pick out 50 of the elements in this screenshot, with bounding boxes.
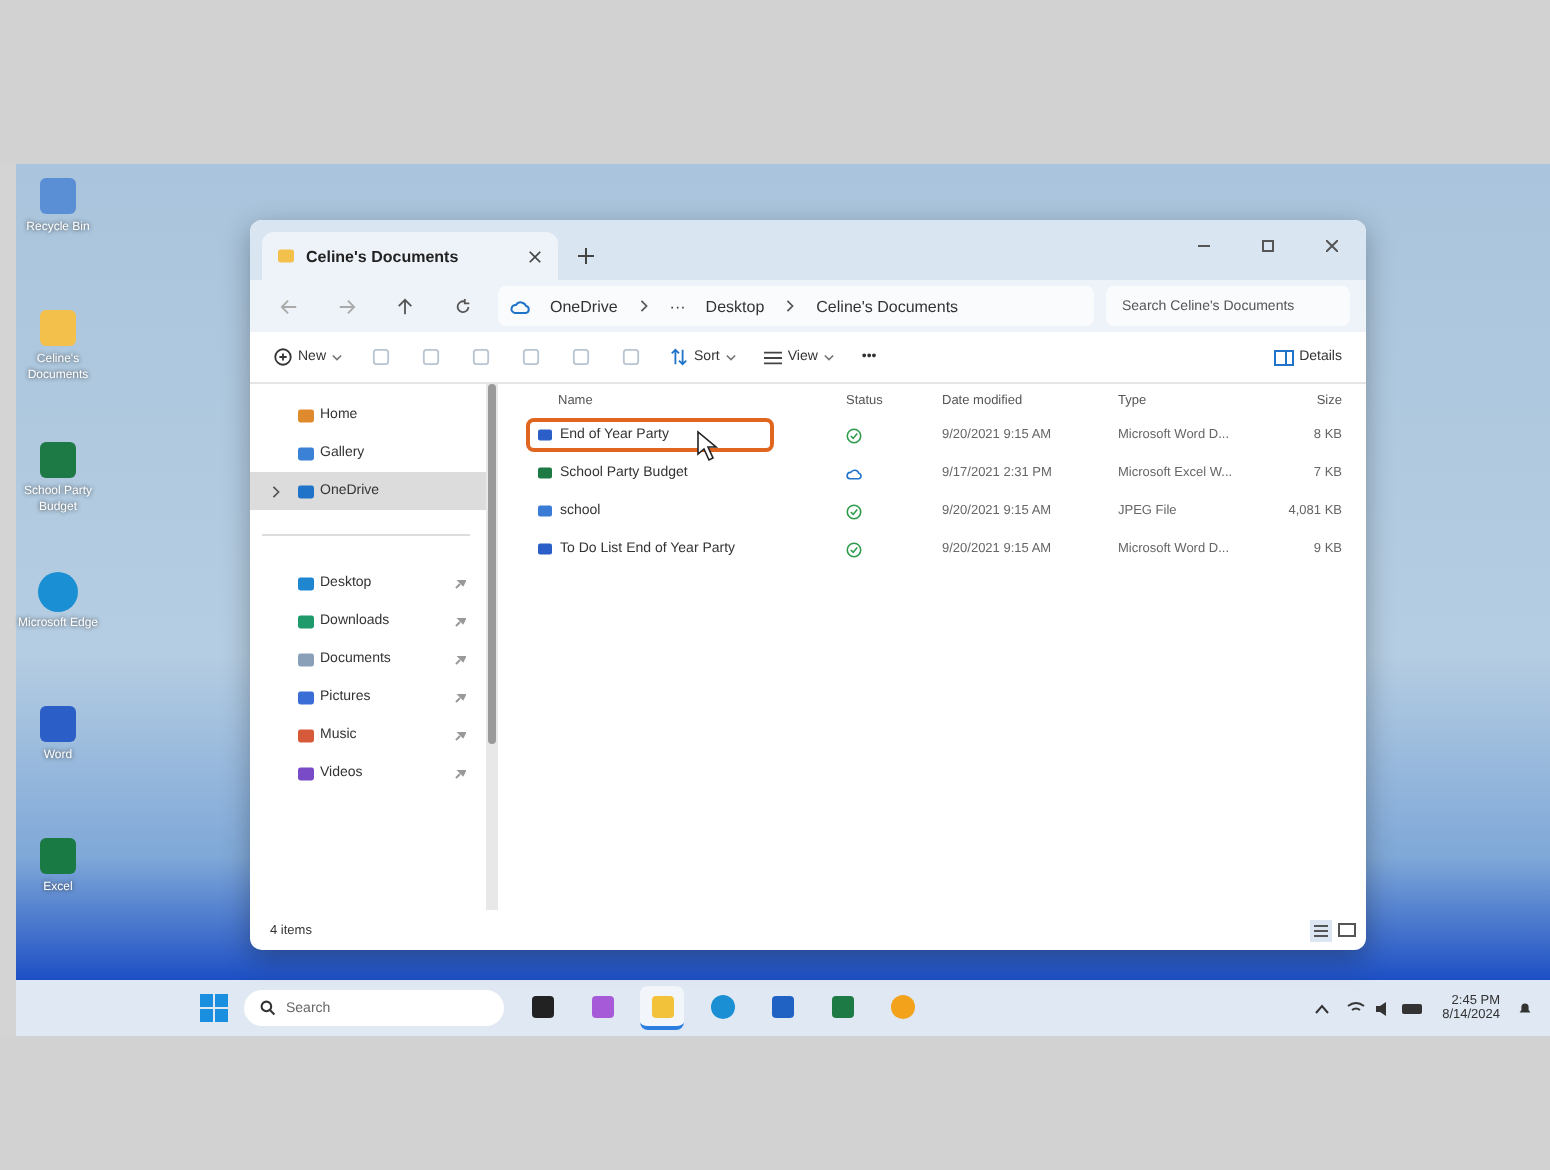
breadcrumb-item[interactable]: Celine's Documents <box>816 297 959 315</box>
pin-icon[interactable] <box>454 767 466 779</box>
folder-icon <box>298 727 314 743</box>
pin-icon[interactable] <box>454 577 466 589</box>
list-icon <box>763 349 782 365</box>
caret-icon <box>725 353 736 361</box>
close-icon[interactable] <box>1326 240 1338 252</box>
pin-icon[interactable] <box>454 615 466 627</box>
chevron-up-icon[interactable] <box>1314 1003 1331 1013</box>
folder-icon <box>298 575 314 591</box>
up-arrow-icon[interactable] <box>396 297 414 315</box>
chevron-icon <box>784 298 797 314</box>
add-tab-icon[interactable] <box>578 248 594 264</box>
maximize-icon[interactable] <box>1262 240 1274 252</box>
notification-bell-icon[interactable] <box>1516 999 1534 1017</box>
expand-chevron-icon <box>270 483 282 499</box>
folder-icon <box>298 765 314 781</box>
breadcrumb-item[interactable]: Desktop <box>705 297 765 315</box>
folder-icon <box>298 613 314 629</box>
address-bar[interactable]: OneDrive ··· Desktop Celine's Documents <box>498 286 1094 326</box>
tiles-view-icon[interactable] <box>1336 919 1358 941</box>
pin-icon[interactable] <box>454 729 466 741</box>
caret-icon <box>332 353 343 361</box>
window-tab[interactable]: Celine's Documents <box>262 232 558 280</box>
folder-icon <box>298 689 314 705</box>
start-icon[interactable] <box>200 994 228 1022</box>
details-view-icon[interactable] <box>1310 919 1332 941</box>
details-pane-icon <box>1273 349 1294 365</box>
refresh-icon[interactable] <box>454 297 472 315</box>
caret-icon <box>823 353 834 361</box>
sort-icon <box>670 348 689 366</box>
back-arrow-icon[interactable] <box>280 297 298 315</box>
mouse-cursor-icon <box>696 429 721 461</box>
close-icon[interactable] <box>528 249 542 263</box>
scrollbar[interactable] <box>486 384 498 910</box>
breadcrumb-item[interactable]: ··· <box>669 297 686 315</box>
folder-icon <box>278 248 294 264</box>
search-icon <box>260 1000 276 1016</box>
system-tray-icons[interactable] <box>1346 999 1427 1017</box>
folder-icon <box>298 651 314 667</box>
chevron-icon <box>637 298 650 314</box>
breadcrumb-item[interactable]: OneDrive <box>550 297 618 315</box>
pin-icon[interactable] <box>454 653 466 665</box>
forward-arrow-icon[interactable] <box>338 297 356 315</box>
minimize-icon[interactable] <box>1198 240 1210 252</box>
pin-icon[interactable] <box>454 691 466 703</box>
plus-circle-icon <box>274 348 292 366</box>
tab-title: Celine's Documents <box>306 247 461 265</box>
cloud-icon <box>510 299 530 313</box>
folder-icon <box>649 993 675 1019</box>
